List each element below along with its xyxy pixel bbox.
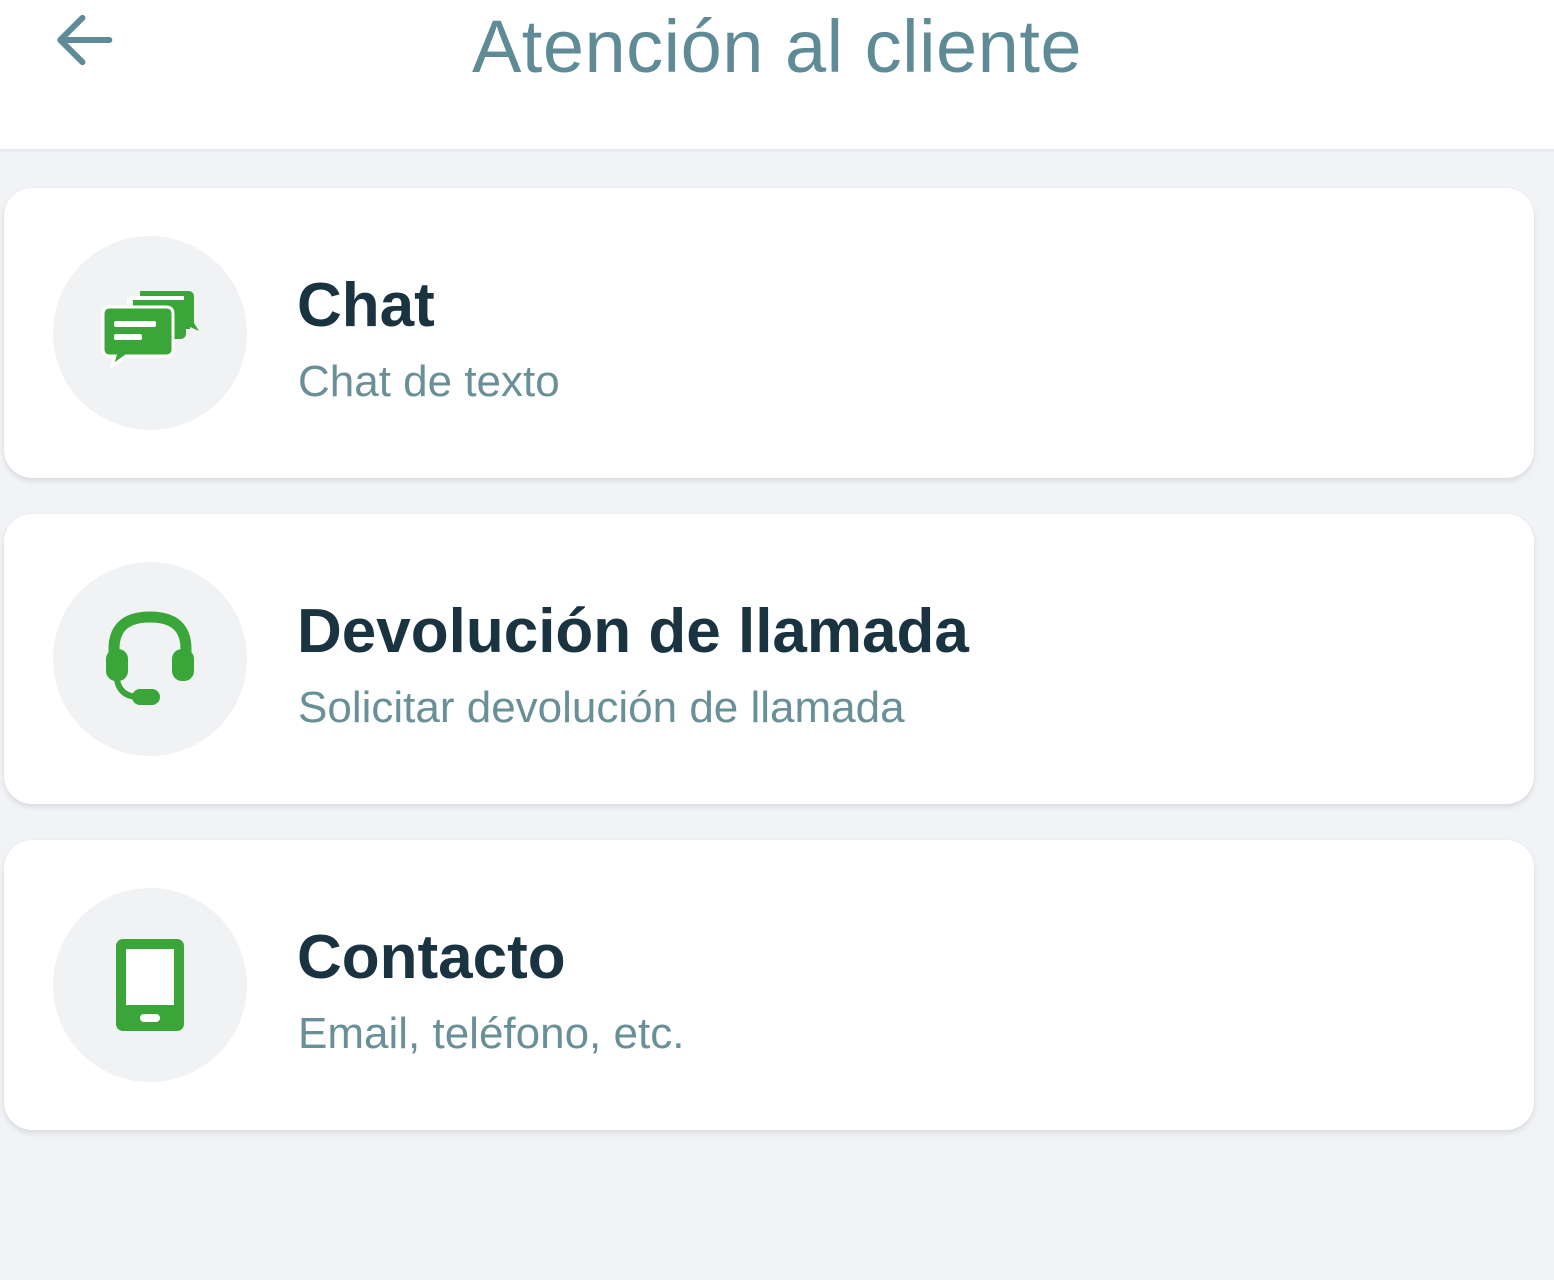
icon-circle (53, 236, 247, 430)
option-chat[interactable]: Chat Chat de texto (4, 188, 1534, 478)
option-title: Devolución de llamada (297, 597, 969, 666)
option-title: Chat (297, 271, 435, 340)
chat-bubbles-icon (101, 291, 199, 370)
option-subtitle: Email, teléfono, etc. (298, 1009, 685, 1058)
option-subtitle: Solicitar devolución de llamada (298, 683, 905, 732)
icon-circle (53, 562, 247, 756)
page-title: Atención al cliente (471, 5, 1083, 88)
option-callback[interactable]: Devolución de llamada Solicitar devoluci… (4, 514, 1534, 804)
icon-circle (53, 888, 247, 1082)
app-header: Atención al cliente (0, 0, 1554, 152)
option-title: Contacto (297, 923, 566, 992)
option-contact[interactable]: Contacto Email, teléfono, etc. (4, 840, 1534, 1130)
smartphone-icon (116, 939, 184, 1031)
option-subtitle: Chat de texto (298, 357, 560, 406)
headset-icon (106, 611, 194, 705)
